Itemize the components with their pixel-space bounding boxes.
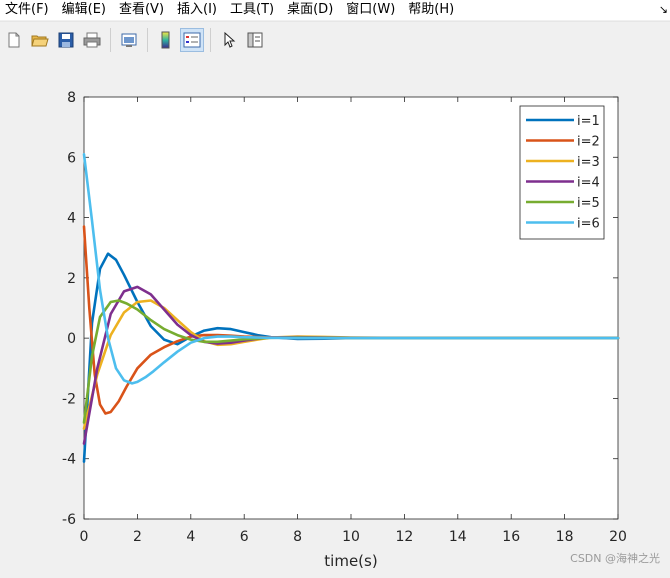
y-tick-label: -4 <box>62 452 76 468</box>
menu-help[interactable]: 帮助(H) <box>403 0 462 20</box>
x-axis-label: time(s) <box>324 552 377 570</box>
watermark: CSDN @海神之光 <box>570 552 660 565</box>
x-tick-label: 18 <box>556 529 574 545</box>
menu-file[interactable]: 文件(F) <box>0 0 57 20</box>
colorbar-icon[interactable] <box>154 28 178 52</box>
x-tick-label: 6 <box>240 529 249 545</box>
legend-label-6: i=6 <box>577 217 600 232</box>
x-tick-label: 8 <box>293 529 302 545</box>
menu-window[interactable]: 窗口(W) <box>341 0 403 20</box>
figure-toolbar <box>0 21 670 59</box>
menu-desktop[interactable]: 桌面(D) <box>282 0 341 20</box>
legend-label-5: i=5 <box>577 196 600 211</box>
toolbar-separator <box>210 28 211 52</box>
menu-view[interactable]: 查看(V) <box>114 0 172 20</box>
new-file-icon[interactable] <box>2 28 26 52</box>
print-preview-icon[interactable] <box>117 28 141 52</box>
menu-edit[interactable]: 编辑(E) <box>57 0 114 20</box>
pointer-icon[interactable] <box>217 28 241 52</box>
x-tick-label: 16 <box>502 529 520 545</box>
y-tick-label: -6 <box>62 512 76 528</box>
y-tick-label: 6 <box>67 150 76 166</box>
x-tick-label: 4 <box>186 529 195 545</box>
legend-label-4: i=4 <box>577 176 600 191</box>
line-chart[interactable]: -6 -4 -2 0 2 4 6 8 0 2 4 6 8 10 12 14 16 18 20 time(s) i=… <box>0 58 670 574</box>
menubar-dock-icon[interactable]: ↘ <box>659 0 668 20</box>
toolbar-separator <box>110 28 111 52</box>
legend-icon[interactable] <box>180 28 204 52</box>
x-tick-label: 14 <box>449 529 467 545</box>
menu-tools[interactable]: 工具(T) <box>225 0 282 20</box>
figure-area: -6 -4 -2 0 2 4 6 8 0 2 4 6 8 10 12 14 16 18 20 time(s) i=… <box>0 58 670 574</box>
toolbar-separator <box>147 28 148 52</box>
legend-label-2: i=2 <box>577 135 600 150</box>
legend-label-1: i=1 <box>577 114 600 129</box>
y-tick-label: 4 <box>67 211 76 227</box>
print-icon[interactable] <box>80 28 104 52</box>
y-tick-label: 2 <box>67 271 76 287</box>
x-tick-label: 20 <box>609 529 627 545</box>
save-icon[interactable] <box>54 28 78 52</box>
x-tick-label: 0 <box>80 529 89 545</box>
property-editor-icon[interactable] <box>243 28 267 52</box>
y-tick-label: 0 <box>67 331 76 347</box>
x-tick-label: 12 <box>395 529 413 545</box>
menu-insert[interactable]: 插入(I) <box>172 0 225 20</box>
open-folder-icon[interactable] <box>28 28 52 52</box>
x-tick-label: 2 <box>133 529 142 545</box>
legend-label-3: i=3 <box>577 155 600 170</box>
y-tick-label: 8 <box>67 90 76 106</box>
y-tick-label: -2 <box>62 391 76 407</box>
x-tick-label: 10 <box>342 529 360 545</box>
menu-bar: 文件(F) 编辑(E) 查看(V) 插入(I) 工具(T) 桌面(D) 窗口(W) 帮助(H)… <box>0 0 670 20</box>
legend[interactable]: i=1 i=2 i=3 i=4 i=5 i=6 <box>519 105 605 240</box>
